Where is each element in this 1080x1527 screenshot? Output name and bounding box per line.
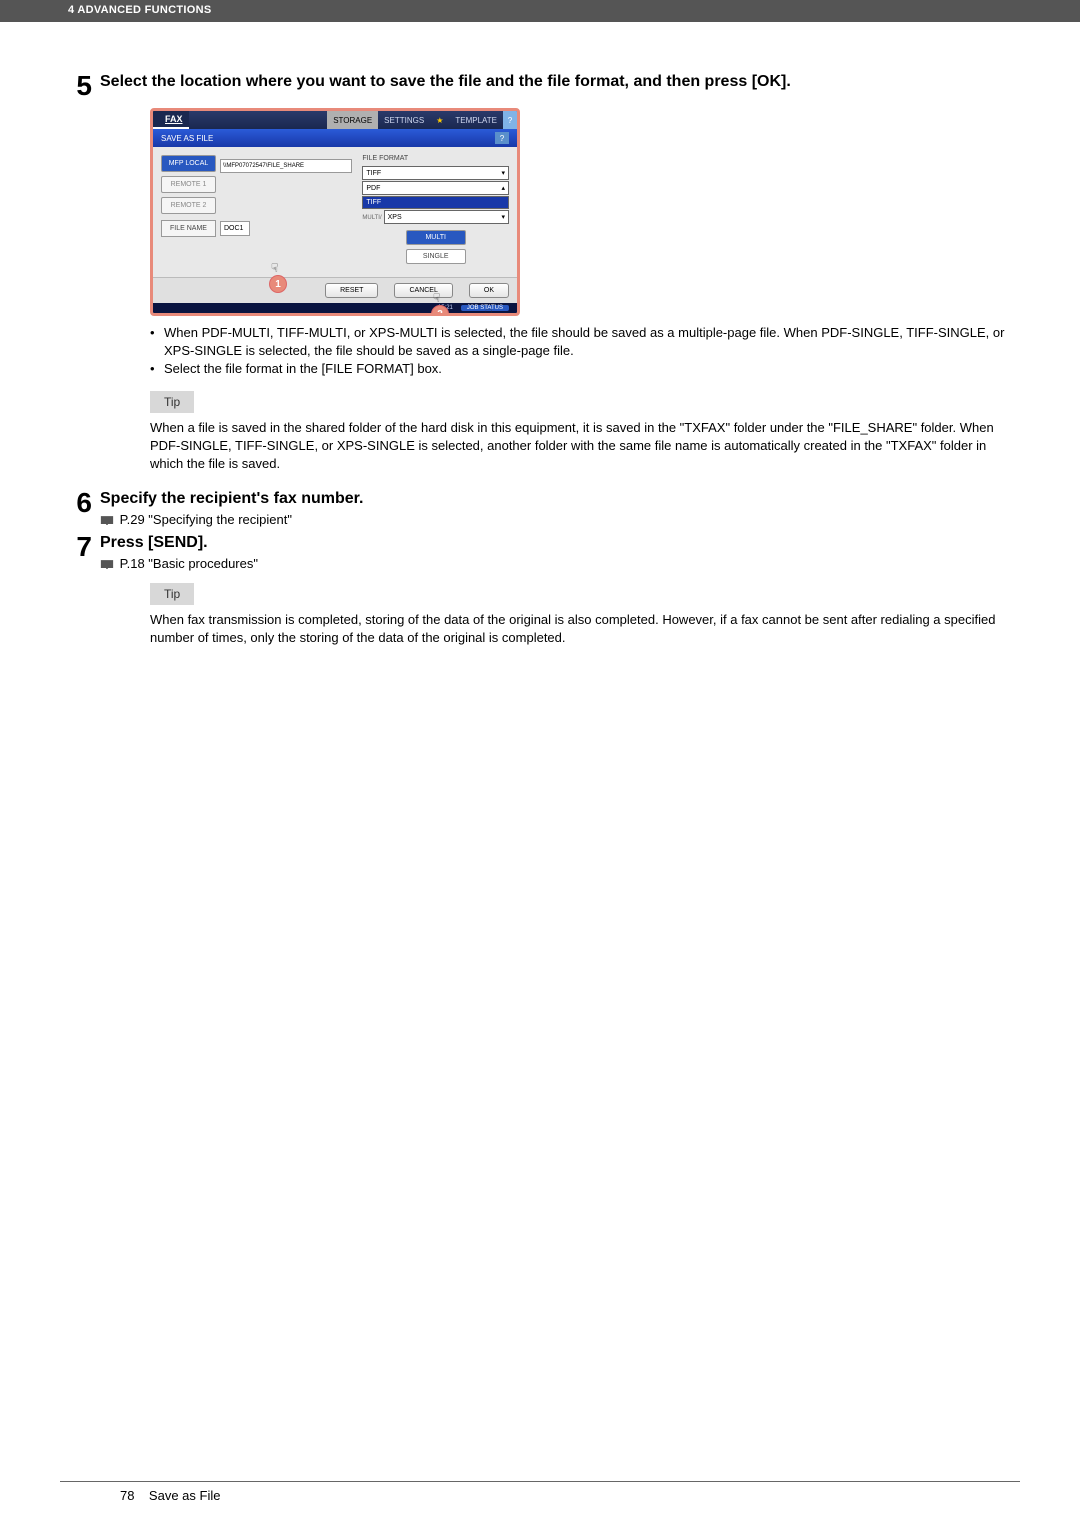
chapter-title: 4 ADVANCED FUNCTIONS	[68, 4, 212, 16]
ff-option-tiff[interactable]: TIFF▾	[362, 166, 509, 180]
sub-help-icon[interactable]: ?	[495, 132, 509, 144]
remote1-button[interactable]: REMOTE 1	[161, 176, 216, 193]
filename-label: FILE NAME	[161, 220, 216, 237]
tab-template[interactable]: TEMPLATE	[449, 111, 503, 129]
multi-button[interactable]: MULTI	[406, 230, 466, 245]
ff-option-xps[interactable]: XPS▾	[384, 210, 509, 224]
bullet-list: When PDF-MULTI, TIFF-MULTI, or XPS-MULTI…	[150, 324, 1020, 379]
tip-box-1: Tip When a file is saved in the shared f…	[150, 391, 1020, 474]
callout-2: 2	[431, 305, 449, 316]
sub-title: SAVE AS FILE	[161, 134, 213, 143]
footer-section: Save as File	[149, 1488, 221, 1503]
tip-text: When a file is saved in the shared folde…	[150, 419, 1020, 474]
step-number: 5	[60, 72, 92, 100]
mfp-local-button[interactable]: MFP LOCAL	[161, 155, 216, 172]
main-content: 5 Select the location where you want to …	[0, 22, 1080, 673]
step-title: Press [SEND].	[100, 533, 1020, 554]
chapter-header: 4 ADVANCED FUNCTIONS	[0, 0, 1080, 22]
tip-text: When fax transmission is completed, stor…	[150, 611, 1020, 647]
filename-input[interactable]: DOC1	[220, 221, 250, 236]
tip-label: Tip	[150, 583, 194, 605]
book-icon	[100, 515, 114, 526]
device-panel: FAX STORAGE SETTINGS ★ TEMPLATE ? SAVE A…	[150, 108, 520, 316]
reset-button[interactable]: RESET	[325, 283, 378, 298]
panel-subheader: SAVE AS FILE ?	[153, 129, 517, 147]
step-6: 6 Specify the recipient's fax number. P.…	[60, 489, 1020, 527]
panel-footer: RESET CANCEL OK	[153, 277, 517, 303]
tab-fax[interactable]: FAX	[153, 111, 189, 129]
step-5: 5 Select the location where you want to …	[60, 72, 1020, 100]
star-icon: ★	[430, 111, 449, 129]
callout-1: 1	[269, 275, 287, 293]
panel-tabs: FAX STORAGE SETTINGS ★ TEMPLATE ?	[153, 111, 517, 129]
tip-label: Tip	[150, 391, 194, 413]
tab-settings[interactable]: SETTINGS	[378, 111, 430, 129]
panel-main: MFP LOCAL \\MFP07072547\FILE_SHARE REMOT…	[153, 147, 517, 277]
page-footer: 78 Save as File	[60, 1481, 1020, 1503]
tab-storage[interactable]: STORAGE	[327, 111, 378, 129]
bullet-item: Select the file format in the [FILE FORM…	[150, 360, 1020, 378]
path-display: \\MFP07072547\FILE_SHARE	[220, 159, 352, 173]
remote2-button[interactable]: REMOTE 2	[161, 197, 216, 214]
step-ref: P.29 "Specifying the recipient"	[100, 512, 1020, 527]
step-title: Specify the recipient's fax number.	[100, 489, 1020, 510]
ff-option-tiff2[interactable]: TIFF	[362, 196, 509, 209]
step-7: 7 Press [SEND]. P.18 "Basic procedures"	[60, 533, 1020, 571]
single-button[interactable]: SINGLE	[406, 249, 466, 264]
book-icon	[100, 559, 114, 570]
ff-option-pdf[interactable]: PDF▴	[362, 181, 509, 195]
ok-button[interactable]: OK	[469, 283, 509, 298]
page-number: 78	[120, 1488, 134, 1503]
tip-box-2: Tip When fax transmission is completed, …	[150, 583, 1020, 647]
hand-icon: ☟	[485, 307, 503, 316]
panel-status-bar: 15:21 JOB STATUS	[153, 303, 517, 313]
bullet-item: When PDF-MULTI, TIFF-MULTI, or XPS-MULTI…	[150, 324, 1020, 360]
step-ref: P.18 "Basic procedures"	[100, 556, 1020, 571]
step-number: 7	[60, 533, 92, 571]
step-number: 6	[60, 489, 92, 527]
help-icon[interactable]: ?	[503, 111, 517, 129]
step-title: Select the location where you want to sa…	[100, 72, 1020, 93]
multi-note: MULTI/	[362, 215, 381, 221]
screenshot-panel: FAX STORAGE SETTINGS ★ TEMPLATE ? SAVE A…	[150, 108, 520, 316]
file-format-label: FILE FORMAT	[362, 155, 509, 162]
